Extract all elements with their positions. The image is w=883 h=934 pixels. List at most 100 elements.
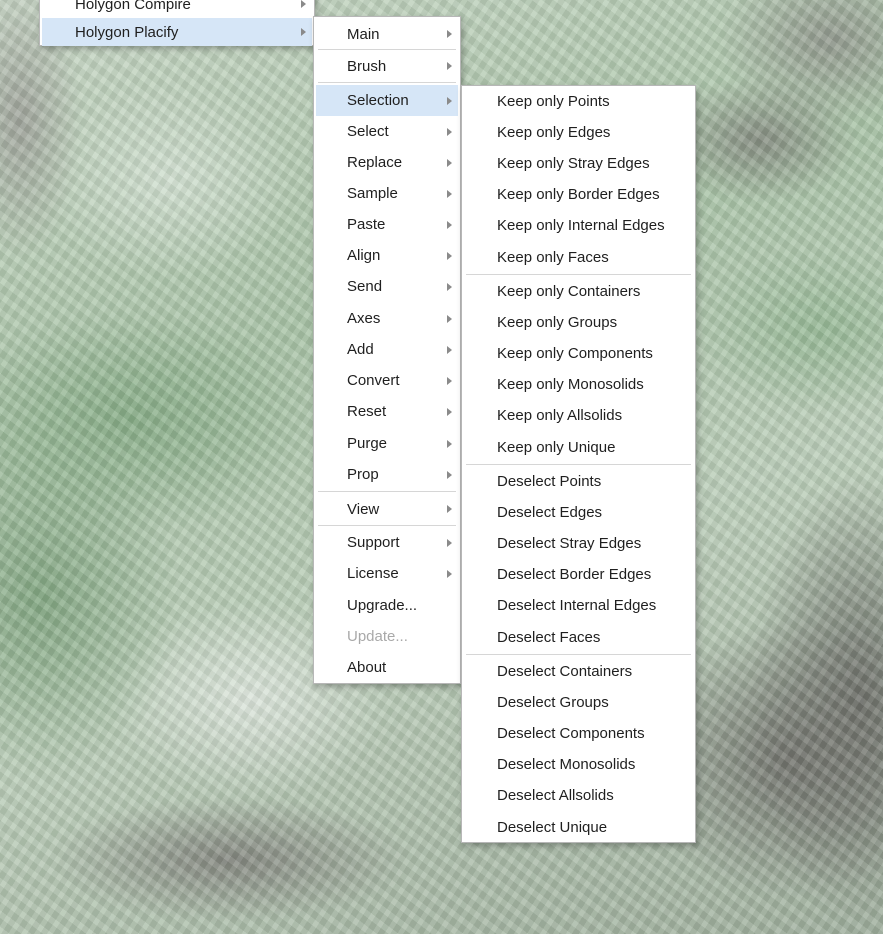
menu-item-label: Keep only Groups: [497, 314, 618, 331]
menu-item-label: Support: [347, 534, 400, 551]
menu-item-label: Deselect Components: [497, 725, 645, 742]
menu-item-label: Update...: [347, 628, 408, 645]
menu-item-label: Deselect Monosolids: [497, 756, 636, 773]
menu-separator: [318, 525, 456, 526]
submenu-arrow-icon: [447, 314, 452, 323]
menu-item-label: Keep only Faces: [497, 249, 609, 266]
menu-item-deselect-internal-edges[interactable]: Deselect Internal Edges: [464, 590, 693, 621]
menu-item-label: View: [347, 500, 380, 518]
menu-item-brush[interactable]: Brush: [316, 51, 458, 81]
menu-item-keep-only-containers[interactable]: Keep only Containers: [464, 276, 693, 307]
menu-item-label: Prop: [347, 466, 379, 483]
menu-item-keep-only-components[interactable]: Keep only Components: [464, 338, 693, 369]
menu-item-reset[interactable]: Reset: [316, 396, 458, 427]
menu-item-label: Deselect Internal Edges: [497, 597, 657, 614]
submenu-arrow-icon: [447, 505, 452, 513]
menu-item-label: Keep only Border Edges: [497, 186, 660, 203]
menu-item-align[interactable]: Align: [316, 240, 458, 271]
menu-item-label: Axes: [347, 310, 381, 327]
menu-separator: [466, 464, 691, 465]
selection-submenu: Keep only Points Keep only Edges Keep on…: [461, 85, 696, 843]
menu-item-holygon-compire[interactable]: Holygon Compire: [42, 0, 312, 18]
menu-item-label: Replace: [347, 154, 403, 171]
submenu-arrow-icon: [447, 220, 452, 229]
submenu-arrow-icon: [447, 439, 452, 448]
menu-item-replace[interactable]: Replace: [316, 147, 458, 178]
menu-item-deselect-unique[interactable]: Deselect Unique: [464, 812, 693, 843]
menu-item-deselect-edges[interactable]: Deselect Edges: [464, 497, 693, 528]
menu-item-add[interactable]: Add: [316, 334, 458, 365]
menu-item-label: About: [347, 659, 387, 676]
menu-separator: [318, 49, 456, 50]
menu-item-deselect-stray-edges[interactable]: Deselect Stray Edges: [464, 528, 693, 559]
menu-item-main[interactable]: Main: [316, 19, 458, 49]
menu-item-axes[interactable]: Axes: [316, 303, 458, 334]
menu-item-label: Select: [347, 123, 389, 140]
menu-separator: [466, 274, 691, 275]
menu-item-label: Holygon Placify: [75, 23, 179, 41]
submenu-arrow-icon: [447, 189, 452, 198]
menu-item-label: Keep only Edges: [497, 124, 611, 141]
submenu-arrow-icon: [447, 30, 452, 38]
menu-item-keep-only-allsolids[interactable]: Keep only Allsolids: [464, 400, 693, 431]
menu-item-keep-only-groups[interactable]: Keep only Groups: [464, 307, 693, 338]
menu-item-convert[interactable]: Convert: [316, 365, 458, 396]
menu-item-deselect-border-edges[interactable]: Deselect Border Edges: [464, 559, 693, 590]
menu-item-label: Purge: [347, 435, 388, 452]
menu-item-label: Send: [347, 278, 383, 295]
submenu-arrow-icon: [447, 569, 452, 578]
menu-item-keep-only-faces[interactable]: Keep only Faces: [464, 242, 693, 273]
menu-item-label: Deselect Stray Edges: [497, 535, 642, 552]
menu-item-deselect-points[interactable]: Deselect Points: [464, 466, 693, 497]
menu-item-keep-only-stray-edges[interactable]: Keep only Stray Edges: [464, 148, 693, 179]
menu-item-label: Brush: [347, 57, 387, 75]
menu-item-view[interactable]: View: [316, 494, 458, 524]
menu-item-label: Reset: [347, 403, 387, 420]
menu-item-select[interactable]: Select: [316, 116, 458, 147]
menu-item-deselect-faces[interactable]: Deselect Faces: [464, 622, 693, 653]
menu-item-support[interactable]: Support: [316, 527, 458, 558]
menu-item-prop[interactable]: Prop: [316, 459, 458, 490]
menu-item-selection[interactable]: Selection: [316, 85, 458, 116]
menu-item-deselect-components[interactable]: Deselect Components: [464, 718, 693, 749]
menu-item-label: Selection: [347, 92, 409, 109]
menu-item-keep-only-border-edges[interactable]: Keep only Border Edges: [464, 179, 693, 210]
menu-item-license[interactable]: License: [316, 558, 458, 589]
menu-item-label: Keep only Containers: [497, 283, 641, 300]
menu-item-about[interactable]: About: [316, 652, 458, 683]
submenu-arrow-icon: [447, 376, 452, 385]
menu-item-keep-only-internal-edges[interactable]: Keep only Internal Edges: [464, 210, 693, 241]
menu-item-label: Deselect Containers: [497, 663, 633, 680]
menu-item-deselect-allsolids[interactable]: Deselect Allsolids: [464, 780, 693, 811]
menu-item-label: Keep only Allsolids: [497, 407, 623, 424]
menu-item-deselect-containers[interactable]: Deselect Containers: [464, 656, 693, 687]
menu-item-label: License: [347, 565, 399, 582]
menu-item-deselect-monosolids[interactable]: Deselect Monosolids: [464, 749, 693, 780]
submenu-arrow-icon: [447, 470, 452, 479]
menu-item-label: Upgrade...: [347, 597, 418, 614]
menu-item-send[interactable]: Send: [316, 271, 458, 302]
menu-item-holygon-placify[interactable]: Holygon Placify: [42, 18, 312, 46]
menu-item-keep-only-unique[interactable]: Keep only Unique: [464, 432, 693, 463]
menu-item-label: Main: [347, 25, 380, 43]
menu-item-paste[interactable]: Paste: [316, 209, 458, 240]
menu-item-update-disabled: Update...: [316, 621, 458, 652]
menu-item-upgrade[interactable]: Upgrade...: [316, 590, 458, 621]
menu-item-keep-only-edges[interactable]: Keep only Edges: [464, 117, 693, 148]
menu-item-label: Keep only Unique: [497, 439, 616, 456]
menu-item-label: Sample: [347, 185, 398, 202]
menu-item-label: Deselect Border Edges: [497, 566, 652, 583]
menu-item-sample[interactable]: Sample: [316, 178, 458, 209]
submenu-arrow-icon: [301, 28, 306, 36]
submenu-arrow-icon: [447, 345, 452, 354]
menu-item-purge[interactable]: Purge: [316, 428, 458, 459]
menu-item-label: Deselect Groups: [497, 694, 609, 711]
submenu-arrow-icon: [447, 538, 452, 547]
menu-item-deselect-groups[interactable]: Deselect Groups: [464, 687, 693, 718]
menu-item-keep-only-points[interactable]: Keep only Points: [464, 86, 693, 117]
root-context-menu: Holygon Compire Holygon Placify: [39, 0, 315, 46]
menu-item-label: Deselect Points: [497, 473, 602, 490]
menu-item-label: Keep only Points: [497, 93, 610, 110]
menu-item-keep-only-monosolids[interactable]: Keep only Monosolids: [464, 369, 693, 400]
menu-separator: [318, 82, 456, 83]
